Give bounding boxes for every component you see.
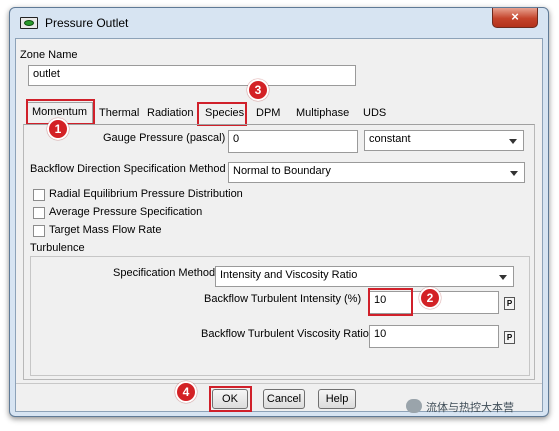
- spec-method-select[interactable]: Intensity and Viscosity Ratio: [215, 266, 514, 287]
- highlight-species-tab: [197, 102, 247, 126]
- backflow-direction-select[interactable]: Normal to Boundary: [228, 162, 525, 183]
- select-value: Normal to Boundary: [233, 165, 331, 177]
- pressure-outlet-dialog: Pressure Outlet × Zone Name outlet Momen…: [9, 7, 549, 417]
- annotation-badge-3: 3: [247, 79, 269, 101]
- tab-dpm[interactable]: DPM: [252, 104, 284, 124]
- tab-label: UDS: [363, 107, 387, 119]
- window-title: Pressure Outlet: [45, 16, 129, 30]
- radial-equilibrium-checkbox[interactable]: [33, 189, 45, 201]
- fluent-app-icon: [20, 17, 38, 29]
- help-button[interactable]: Help: [318, 389, 356, 409]
- cancel-button[interactable]: Cancel: [263, 389, 305, 409]
- viscosity-ratio-parameter-button[interactable]: P: [504, 331, 515, 344]
- zone-name-field[interactable]: outlet: [28, 65, 356, 86]
- tab-label: Radiation: [147, 107, 194, 119]
- tab-multiphase[interactable]: Multiphase: [292, 104, 353, 124]
- spec-method-label: Specification Method: [113, 267, 216, 279]
- title-bar[interactable]: Pressure Outlet ×: [10, 8, 548, 38]
- tab-label: Multiphase: [296, 107, 350, 119]
- radial-equilibrium-label: Radial Equilibrium Pressure Distribution: [49, 188, 243, 200]
- turbulent-intensity-label: Backflow Turbulent Intensity (%): [204, 293, 362, 305]
- dialog-body: Zone Name outlet Momentum Thermal Radiat…: [15, 38, 543, 412]
- select-value: constant: [369, 133, 411, 145]
- gauge-pressure-label: Gauge Pressure (pascal): [103, 132, 226, 144]
- turbulence-group-label: Turbulence: [30, 242, 85, 254]
- tab-label: Thermal: [99, 107, 140, 119]
- close-button[interactable]: ×: [492, 8, 538, 28]
- tab-radiation[interactable]: Radiation: [143, 104, 197, 124]
- target-mass-flow-label: Target Mass Flow Rate: [49, 224, 162, 236]
- gauge-pressure-field[interactable]: 0: [228, 130, 358, 153]
- zone-name-label: Zone Name: [20, 49, 78, 61]
- footer-divider: [16, 383, 542, 384]
- average-pressure-checkbox[interactable]: [33, 207, 45, 219]
- tab-label: DPM: [256, 107, 281, 119]
- average-pressure-label: Average Pressure Specification: [49, 206, 203, 218]
- chevron-down-icon: [509, 139, 517, 144]
- viscosity-ratio-label: Backflow Turbulent Viscosity Ratio: [201, 328, 369, 340]
- highlight-intensity-field: [368, 288, 413, 316]
- gauge-pressure-method-select[interactable]: constant: [364, 130, 524, 151]
- tab-thermal[interactable]: Thermal: [95, 104, 143, 124]
- chevron-down-icon: [499, 275, 507, 280]
- annotation-badge-1: 1: [47, 118, 69, 140]
- viscosity-ratio-field[interactable]: 10: [369, 325, 499, 348]
- turbulence-group: Specification Method Intensity and Visco…: [30, 256, 530, 376]
- intensity-parameter-button[interactable]: P: [504, 297, 515, 310]
- chevron-down-icon: [510, 171, 518, 176]
- tab-uds[interactable]: UDS: [359, 104, 390, 124]
- backflow-direction-label: Backflow Direction Specification Method: [30, 163, 226, 175]
- highlight-ok-button: [209, 386, 252, 412]
- annotation-badge-4: 4: [175, 381, 197, 403]
- momentum-panel: Gauge Pressure (pascal) 0 constant Backf…: [23, 124, 535, 380]
- watermark-text: 流体与热控大本营: [426, 402, 514, 414]
- annotation-badge-2: 2: [419, 287, 441, 309]
- target-mass-flow-checkbox[interactable]: [33, 225, 45, 237]
- wechat-icon: [406, 399, 422, 413]
- select-value: Intensity and Viscosity Ratio: [220, 269, 358, 281]
